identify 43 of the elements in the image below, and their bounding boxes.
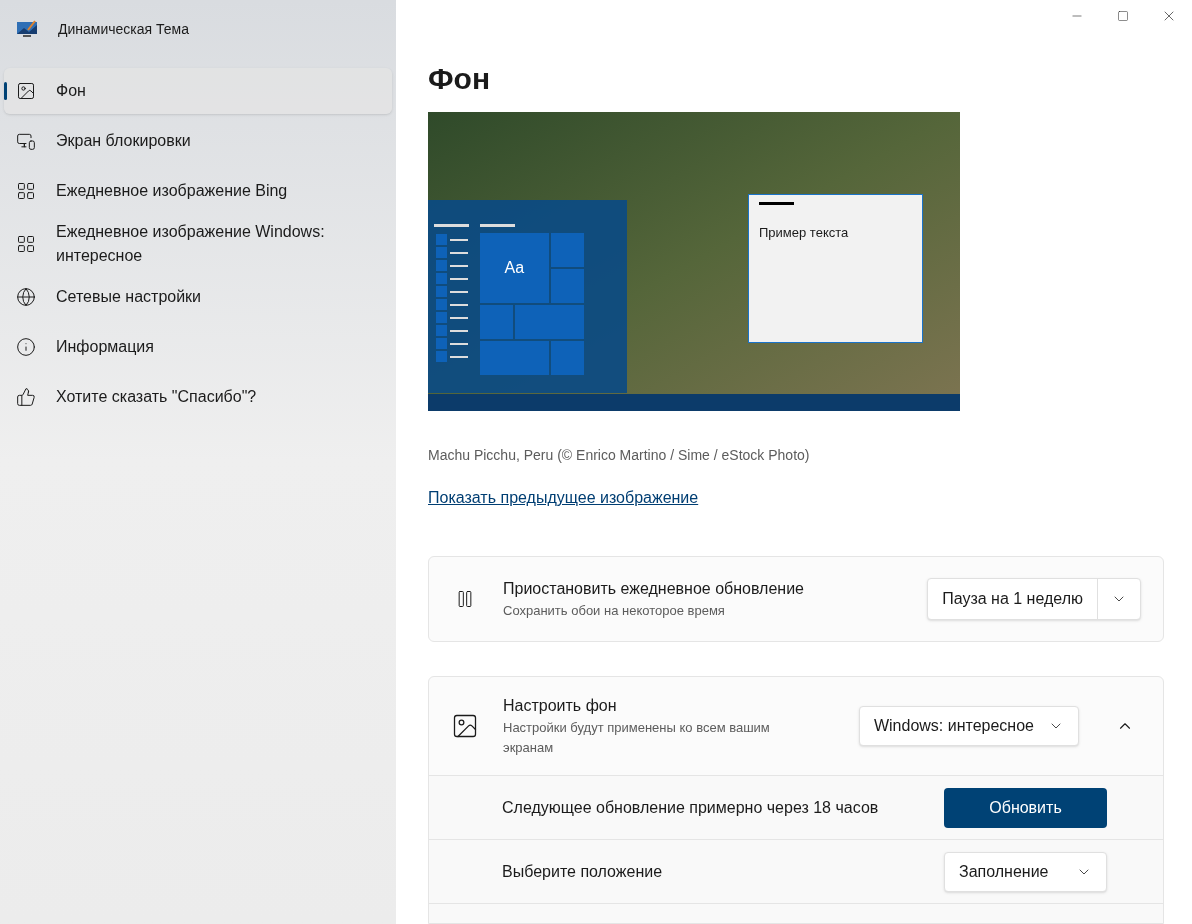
- page-title: Фон: [428, 61, 491, 97]
- thumbs-up-icon: [16, 387, 36, 407]
- start-tile: Aa: [480, 233, 549, 303]
- heading-line: [480, 224, 515, 227]
- app-logo-icon: [16, 20, 38, 38]
- start-tile: [480, 305, 514, 339]
- refresh-button[interactable]: Обновить: [944, 787, 1107, 828]
- app-title: Динамическая Тема: [58, 19, 189, 39]
- sidebar-item[interactable]: Ежедневное изображение Bing: [4, 168, 392, 214]
- pause-duration[interactable]: Пауза на 1 неделю: [928, 579, 1098, 619]
- setting-label: Выберите положение: [502, 861, 663, 882]
- image-caption: Machu Picchu, Peru (© Enrico Martino / Sime / eStock Photo): [428, 446, 811, 465]
- sidebar-item[interactable]: Ежедневное изображение Windows: интересное: [4, 218, 392, 270]
- previous-image-link[interactable]: Показать предыдущее изображение: [428, 486, 699, 510]
- card-title: Настроить фон: [503, 696, 618, 716]
- pause-split-button[interactable]: Пауза на 1 неделю: [927, 578, 1141, 620]
- info-icon: [16, 337, 36, 357]
- sample-text: Пример текста: [759, 224, 850, 242]
- setting-label: Следующее обновление примерно через 18 часов: [502, 797, 879, 818]
- card-subtitle: Настройки будут применены ко всем вашим экранам: [503, 719, 771, 757]
- card-subtitle: Сохранить обои на некоторое время: [503, 602, 726, 621]
- sidebar-item[interactable]: Сетевые настройки: [4, 274, 392, 320]
- maximize-icon: [1117, 10, 1129, 22]
- card-title: Приостановить ежедневное обновление: [503, 579, 805, 600]
- start-tile: [550, 341, 584, 375]
- selection-indicator: [4, 82, 7, 100]
- sidebar-item[interactable]: Экран блокировки: [4, 118, 392, 164]
- apps-icon: [16, 234, 36, 254]
- picture-icon: [16, 81, 36, 101]
- picture-icon: [451, 712, 479, 740]
- apps-icon: [16, 181, 36, 201]
- start-tile: [550, 233, 584, 267]
- start-tile: [480, 341, 549, 375]
- position-dropdown[interactable]: Заполнение: [944, 851, 1107, 892]
- sidebar-item[interactable]: Хотите сказать "Спасибо"?: [4, 374, 392, 420]
- lock-screen-icon: [16, 131, 36, 151]
- title-bar-line: [759, 202, 794, 205]
- start-tile: [550, 269, 584, 303]
- start-tile: [515, 305, 584, 339]
- sidebar-item[interactable]: Информация: [4, 324, 392, 370]
- globe-icon: [16, 287, 36, 307]
- background-type-dropdown[interactable]: Windows: интересное: [858, 706, 1079, 746]
- sidebar-item[interactable]: Фон: [4, 68, 392, 114]
